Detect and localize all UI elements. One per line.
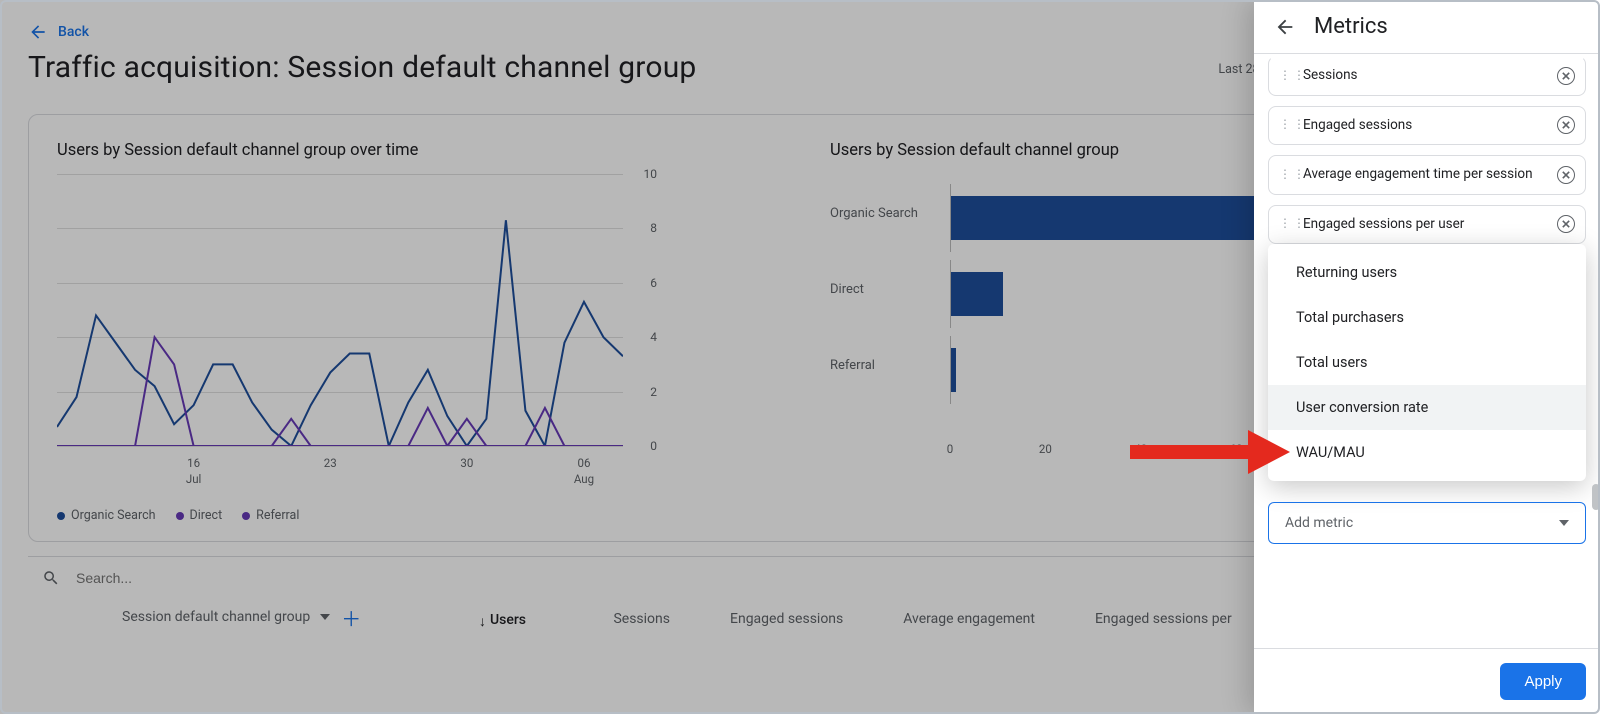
metric-chip-label: Sessions <box>1303 67 1358 83</box>
metric-dropdown: Returning usersTotal purchasersTotal use… <box>1268 244 1586 481</box>
metric-option[interactable]: Returning users <box>1268 250 1586 295</box>
remove-metric-button[interactable] <box>1557 67 1575 85</box>
remove-metric-button[interactable] <box>1557 166 1575 184</box>
arrow-left-icon <box>1274 16 1296 38</box>
metric-chip[interactable]: ⋮⋮Average engagement time per session <box>1268 155 1586 195</box>
scrollbar-thumb[interactable] <box>1592 484 1600 510</box>
drag-handle-icon[interactable]: ⋮⋮ <box>1279 217 1307 233</box>
metric-chip[interactable]: ⋮⋮Engaged sessions per user <box>1268 205 1586 245</box>
metric-chip-label: Engaged sessions <box>1303 117 1412 133</box>
metric-option[interactable]: User conversion rate <box>1268 385 1586 430</box>
drag-handle-icon[interactable]: ⋮⋮ <box>1279 118 1307 134</box>
remove-metric-button[interactable] <box>1557 215 1575 233</box>
annotation-arrow <box>1130 430 1290 474</box>
metric-option[interactable]: WAU/MAU <box>1268 430 1586 475</box>
apply-button[interactable]: Apply <box>1500 663 1586 700</box>
metric-option[interactable]: Total users <box>1268 340 1586 385</box>
metric-chip[interactable]: ⋮⋮Engaged sessions <box>1268 106 1586 146</box>
metric-chip-label: Engaged sessions per user <box>1303 216 1464 232</box>
caret-down-icon <box>1559 520 1569 526</box>
metrics-panel: Metrics ⋮⋮Sessions⋮⋮Engaged sessions⋮⋮Av… <box>1254 0 1600 714</box>
add-metric-select[interactable]: Add metric <box>1268 502 1586 544</box>
metric-chip[interactable]: ⋮⋮Sessions <box>1268 56 1586 96</box>
panel-back-button[interactable] <box>1274 16 1296 38</box>
metric-chip-label: Average engagement time per session <box>1303 166 1533 182</box>
remove-metric-button[interactable] <box>1557 116 1575 134</box>
drag-handle-icon[interactable]: ⋮⋮ <box>1279 167 1307 183</box>
metric-option[interactable]: Total purchasers <box>1268 295 1586 340</box>
metrics-title: Metrics <box>1314 14 1388 39</box>
drag-handle-icon[interactable]: ⋮⋮ <box>1279 68 1307 84</box>
add-metric-label: Add metric <box>1285 515 1353 531</box>
